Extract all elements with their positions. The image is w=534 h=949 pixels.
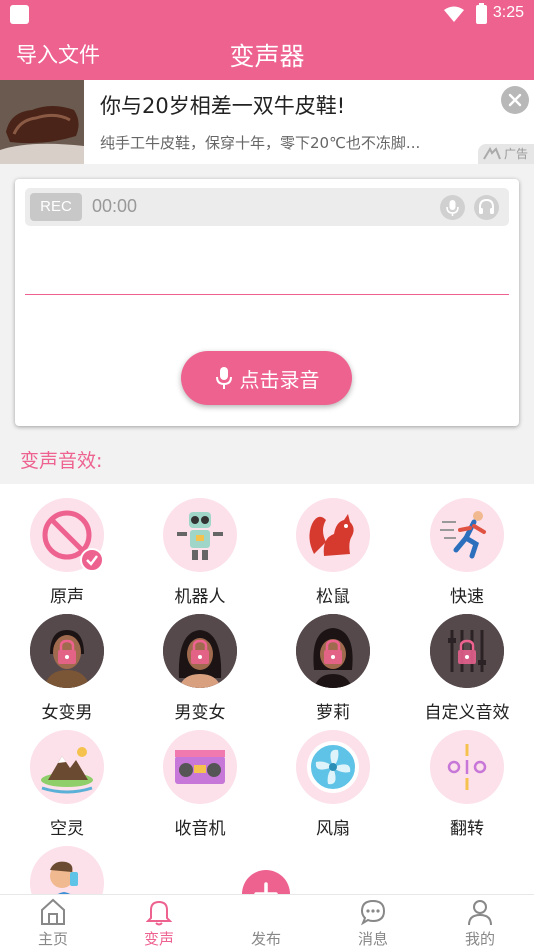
tab-label: 变声 [143,930,174,948]
fan-icon [296,730,370,804]
page-title: 变声器 [229,42,305,71]
tab-label: 主页 [37,930,68,948]
ad-title: 你与20岁相差一双牛皮鞋! [100,94,346,118]
effect-female-to-male[interactable]: 女变男 [0,600,134,723]
wifi-icon [444,6,464,22]
battery-icon [476,3,487,24]
record-button[interactable]: 点击录音 [181,351,352,405]
runner-icon [430,498,504,572]
equalizer-locked-icon [430,614,504,688]
user-icon [468,900,492,926]
effect-robot[interactable]: 机器人 [133,484,267,607]
ad-badge: 广告 [477,144,534,164]
close-icon [508,93,522,107]
tab-label: 消息 [357,930,388,948]
microphone-icon [215,367,232,389]
effect-label: 收音机 [174,819,226,839]
effect-radio[interactable]: 收音机 [133,716,267,839]
ad-subtitle: 纯手工牛皮鞋，保穿十年，零下20℃也不冻脚... [100,134,421,152]
effect-label: 翻转 [450,819,484,839]
drinking-man-icon [30,846,104,894]
rec-tag: REC [30,193,82,221]
tab-publish[interactable]: 发布 [213,895,319,949]
tab-messages[interactable]: 消息 [320,895,426,949]
tab-home[interactable]: 主页 [0,895,106,949]
title-bar: 导入文件 变声器 [0,28,534,80]
rec-bar: REC 00:00 [25,188,509,226]
bell-icon [146,900,172,926]
mic-icon[interactable] [440,195,465,220]
effects-grid: 原声 机器人 松鼠 快速 女变男 男变女 萝莉 自定义音效 空灵 收音机 风扇 … [0,484,534,894]
tab-label: 我的 [464,930,495,948]
radio-icon [163,730,237,804]
squirrel-icon [296,498,370,572]
effect-ethereal[interactable]: 空灵 [0,716,134,839]
man-locked-icon [30,614,104,688]
effect-male-to-female[interactable]: 男变女 [133,600,267,723]
robot-icon [163,498,237,572]
selected-check-icon [80,548,104,572]
chat-icon [360,899,386,926]
effects-section-title: 变声音效: [20,450,103,472]
text-underline [25,294,509,295]
home-icon [41,898,65,925]
headphones-icon[interactable] [474,195,499,220]
tab-voice-changer[interactable]: 变声 [106,895,212,949]
tab-profile[interactable]: 我的 [427,895,533,949]
rec-timer: 00:00 [92,196,138,216]
ad-logo-icon [483,147,501,160]
effect-label: 风扇 [316,819,350,839]
clock: 3:25 [492,4,524,21]
tab-label: 发布 [250,930,281,948]
effect-drinking[interactable] [0,832,134,894]
ad-badge-label: 广告 [503,147,528,161]
ad-shoe-image [0,80,84,164]
ad-banner[interactable]: 你与20岁相差一双牛皮鞋! 纯手工牛皮鞋，保穿十年，零下20℃也不冻脚... 广… [0,80,534,164]
ad-close-button[interactable] [501,86,529,114]
flip-icon [430,730,504,804]
status-bar: 3:25 [0,0,534,28]
notification-icon [10,5,29,24]
effect-flip[interactable]: 翻转 [400,716,534,839]
mountain-icon [30,730,104,804]
effect-loli[interactable]: 萝莉 [266,600,400,723]
effect-original[interactable]: 原声 [0,484,134,607]
effect-fast[interactable]: 快速 [400,484,534,607]
effect-squirrel[interactable]: 松鼠 [266,484,400,607]
record-card: REC 00:00 点击录音 [15,179,519,426]
woman-locked-icon [163,614,237,688]
bottom-tab-bar: 主页 变声 发布 消息 我的 [0,894,534,949]
effect-fan[interactable]: 风扇 [266,716,400,839]
girl-locked-icon [296,614,370,688]
record-button-label: 点击录音 [239,367,320,392]
effect-custom[interactable]: 自定义音效 [400,600,534,723]
